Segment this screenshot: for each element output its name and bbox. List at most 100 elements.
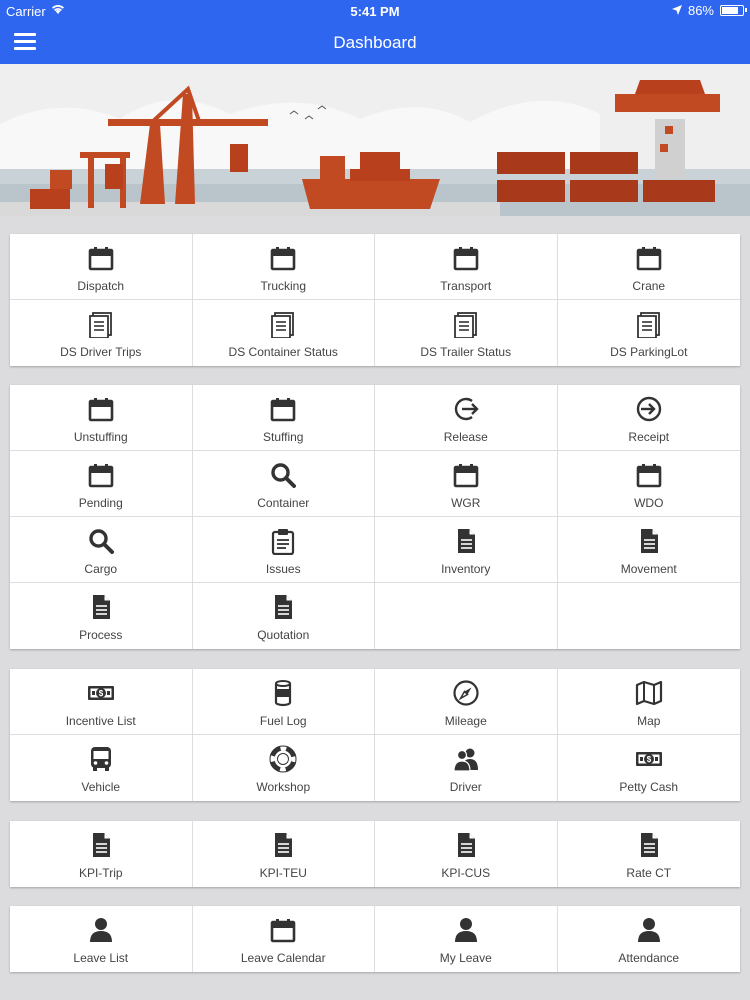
money-icon: $ bbox=[634, 744, 664, 774]
menu-tile-label: Movement bbox=[620, 562, 677, 576]
menu-tile-label: WDO bbox=[634, 496, 664, 510]
menu-tile-leave-calendar[interactable]: Leave Calendar bbox=[193, 906, 375, 972]
menu-tile-label: DS Trailer Status bbox=[420, 345, 512, 359]
menu-tile-label: Attendance bbox=[618, 951, 680, 965]
menu-tile-kpi-cus[interactable]: KPI-CUS bbox=[375, 821, 558, 887]
document-icon bbox=[268, 592, 298, 622]
menu-tile-ds-driver-trips[interactable]: DS Driver Trips bbox=[10, 300, 193, 366]
map-icon bbox=[634, 678, 664, 708]
search-icon bbox=[268, 460, 298, 490]
menu-tile-attendance[interactable]: Attendance bbox=[558, 906, 741, 972]
svg-text:$: $ bbox=[99, 689, 104, 698]
menu-tile-cargo[interactable]: Cargo bbox=[10, 517, 193, 583]
list-document-icon bbox=[86, 309, 116, 339]
menu-tile-incentive-list[interactable]: $ Incentive List bbox=[10, 669, 193, 735]
user-icon bbox=[451, 915, 481, 945]
calendar-icon bbox=[268, 243, 298, 273]
menu-tile-inventory[interactable]: Inventory bbox=[375, 517, 558, 583]
menu-tile-label: DS ParkingLot bbox=[610, 345, 688, 359]
battery-percent: 86% bbox=[687, 3, 714, 18]
empty-tile bbox=[558, 583, 741, 649]
menu-tile-kpi-trip[interactable]: KPI-Trip bbox=[10, 821, 193, 887]
menu-tile-label: Unstuffing bbox=[73, 430, 128, 444]
menu-section: KPI-Trip KPI-TEU KPI-CUS Rate CT bbox=[10, 821, 740, 887]
page-title: Dashboard bbox=[333, 33, 417, 52]
menu-tile-label: Inventory bbox=[441, 562, 491, 576]
calendar-icon bbox=[86, 394, 116, 424]
menu-tile-driver[interactable]: Driver bbox=[375, 735, 558, 801]
menu-tile-container[interactable]: Container bbox=[192, 451, 375, 517]
menu-tile-mileage[interactable]: Mileage bbox=[375, 669, 558, 735]
menu-tile-label: Quotation bbox=[257, 628, 310, 642]
calendar-icon bbox=[634, 243, 664, 273]
menu-tile-movement[interactable]: Movement bbox=[557, 517, 740, 583]
bus-icon bbox=[86, 744, 116, 774]
menu-section: Dispatch Trucking Transport Crane DS Driver … bbox=[10, 234, 740, 366]
menu-tile-petty-cash[interactable]: $ Petty Cash bbox=[558, 735, 741, 801]
menu-tile-release[interactable]: Release bbox=[375, 385, 558, 451]
document-icon bbox=[634, 830, 664, 860]
menu-tile-issues[interactable]: Issues bbox=[192, 517, 375, 583]
menu-tile-label: Trucking bbox=[260, 279, 307, 293]
menu-tile-label: KPI-Trip bbox=[78, 866, 123, 880]
compass-icon bbox=[451, 678, 481, 708]
menu-tile-label: KPI-TEU bbox=[259, 866, 307, 880]
menu-tile-pending[interactable]: Pending bbox=[10, 451, 193, 517]
users-icon bbox=[451, 744, 481, 774]
calendar-icon bbox=[451, 460, 481, 490]
menu-tile-label: WGR bbox=[451, 496, 481, 510]
menu-tile-ds-container-status[interactable]: DS Container Status bbox=[193, 300, 375, 366]
menu-tile-leave-list[interactable]: Leave List bbox=[10, 906, 193, 972]
document-icon bbox=[634, 526, 664, 556]
menu-tile-rate-ct[interactable]: Rate CT bbox=[558, 821, 741, 887]
menu-tile-label: Workshop bbox=[256, 780, 311, 794]
menu-tile-map[interactable]: Map bbox=[557, 669, 740, 735]
menu-tile-label: Dispatch bbox=[77, 279, 125, 293]
document-icon bbox=[451, 526, 481, 556]
menu-tile-workshop[interactable]: Workshop bbox=[193, 735, 375, 801]
menu-tile-my-leave[interactable]: My Leave bbox=[375, 906, 558, 972]
menu-tile-label: Leave Calendar bbox=[240, 951, 326, 965]
menu-tile-label: Fuel Log bbox=[259, 714, 307, 728]
menu-tile-fuel-log[interactable]: Fuel Log bbox=[192, 669, 375, 735]
lifebuoy-icon bbox=[268, 744, 298, 774]
list-document-icon bbox=[268, 309, 298, 339]
menu-tile-crane[interactable]: Crane bbox=[557, 234, 740, 300]
menu-section: $ Incentive List Fuel Log Mileage Map Vehicle… bbox=[10, 669, 740, 801]
menu-tile-dispatch[interactable]: Dispatch bbox=[10, 234, 193, 300]
menu-tile-label: Petty Cash bbox=[619, 780, 679, 794]
menu-tile-label: Release bbox=[443, 430, 488, 444]
menu-tile-ds-trailer-status[interactable]: DS Trailer Status bbox=[375, 300, 558, 366]
clipboard-icon bbox=[268, 526, 298, 556]
menu-tile-vehicle[interactable]: Vehicle bbox=[10, 735, 193, 801]
sign-out-icon bbox=[451, 394, 481, 424]
menu-tile-ds-parkinglot[interactable]: DS ParkingLot bbox=[558, 300, 741, 366]
menu-tile-label: Cargo bbox=[84, 562, 118, 576]
list-document-icon bbox=[451, 309, 481, 339]
calendar-icon bbox=[268, 915, 298, 945]
menu-section: Leave List Leave Calendar My Leave Attendan… bbox=[10, 906, 740, 972]
menu-tile-label: Process bbox=[79, 628, 123, 642]
port-banner-image bbox=[0, 64, 750, 216]
menu-tile-transport[interactable]: Transport bbox=[375, 234, 558, 300]
menu-section: Unstuffing Stuffing Release Receipt Pending C… bbox=[10, 385, 740, 649]
menu-tile-receipt[interactable]: Receipt bbox=[557, 385, 740, 451]
menu-tile-label: KPI-CUS bbox=[441, 866, 491, 880]
menu-tile-process[interactable]: Process bbox=[10, 583, 193, 649]
menu-tile-wgr[interactable]: WGR bbox=[375, 451, 558, 517]
user-icon bbox=[634, 915, 664, 945]
menu-tile-kpi-teu[interactable]: KPI-TEU bbox=[193, 821, 375, 887]
menu-tile-wdo[interactable]: WDO bbox=[557, 451, 740, 517]
calendar-icon bbox=[86, 460, 116, 490]
user-icon bbox=[86, 915, 116, 945]
nav-bar: Dashboard bbox=[0, 22, 750, 64]
fuel-barrel-icon bbox=[268, 678, 298, 708]
menu-tile-quotation[interactable]: Quotation bbox=[193, 583, 375, 649]
menu-tile-label: Pending bbox=[78, 496, 123, 510]
menu-tile-trucking[interactable]: Trucking bbox=[192, 234, 375, 300]
document-icon bbox=[86, 830, 116, 860]
menu-tile-unstuffing[interactable]: Unstuffing bbox=[10, 385, 193, 451]
clock: 5:41 PM bbox=[350, 4, 400, 19]
menu-tile-label: Incentive List bbox=[65, 714, 136, 728]
menu-tile-stuffing[interactable]: Stuffing bbox=[192, 385, 375, 451]
